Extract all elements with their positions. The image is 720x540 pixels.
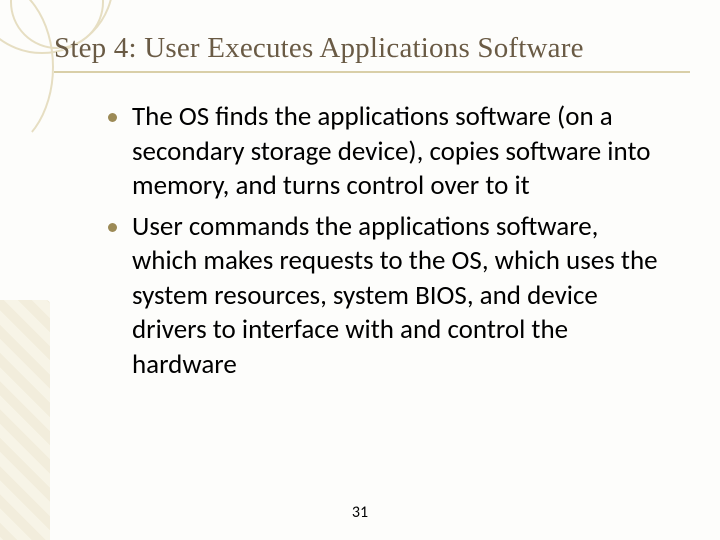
bullet-item: The OS finds the applications software (… [108,100,660,204]
bullet-list: The OS finds the applications software (… [108,100,660,382]
page-number: 31 [0,503,720,522]
slide-title: Step 4: User Executes Applications Softw… [54,32,690,73]
slide-body: The OS finds the applications software (… [108,100,660,388]
slide-container: Step 4: User Executes Applications Softw… [0,0,720,540]
bullet-item: User commands the applications software,… [108,210,660,383]
